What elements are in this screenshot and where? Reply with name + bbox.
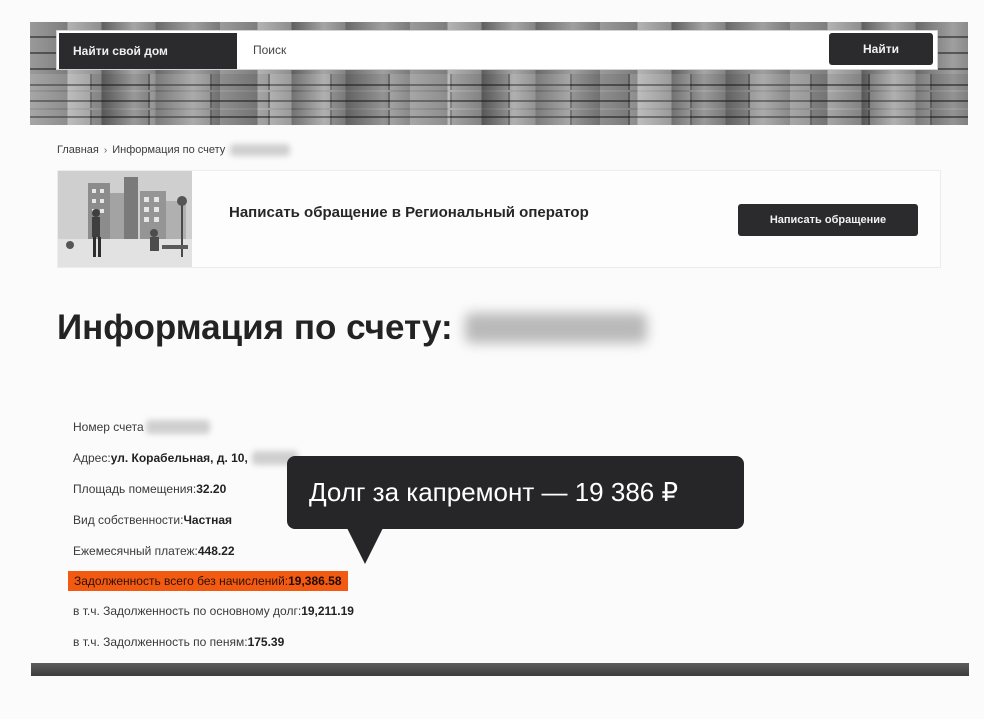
address-row: Адрес: ул. Корабельная, д. 10,	[73, 449, 298, 467]
search-button[interactable]: Найти	[829, 33, 933, 65]
address-value: ул. Корабельная, д. 10,	[110, 451, 248, 465]
write-appeal-button[interactable]: Написать обращение	[738, 204, 918, 236]
appeal-title: Написать обращение в Региональный операт…	[229, 204, 589, 221]
chevron-right-icon: ›	[103, 144, 108, 156]
footer-bar	[31, 663, 969, 676]
callout-pointer	[347, 528, 383, 564]
search-input[interactable]	[243, 35, 743, 65]
total-debt-row: Задолженность всего без начислений: 19,3…	[68, 571, 348, 591]
total-debt-label: Задолженность всего без начислений:	[74, 574, 289, 588]
monthly-payment-value: 448.22	[197, 544, 235, 558]
penalty-debt-value: 175.39	[247, 635, 285, 649]
penalty-debt-label: в т.ч. Задолженность по пеням:	[73, 635, 248, 649]
monthly-payment-row: Ежемесячный платеж: 448.22	[73, 542, 235, 560]
breadcrumb: Главная › Информация по счету	[57, 144, 291, 156]
wall-texture	[30, 110, 968, 125]
find-home-link[interactable]: Найти свой дом	[59, 33, 237, 69]
area-row: Площадь помещения: 32.20	[73, 480, 226, 498]
wall-texture	[30, 74, 968, 90]
penalty-debt-row: в т.ч. Задолженность по пеням: 175.39	[73, 633, 284, 651]
address-label: Адрес:	[73, 451, 111, 465]
main-debt-value: 19,211.19	[301, 604, 354, 618]
appeal-card: Написать обращение в Региональный операт…	[57, 170, 941, 268]
search-bar: Найти свой дом Найти	[56, 30, 938, 70]
redacted-account-number	[145, 420, 210, 434]
wall-texture	[30, 92, 968, 108]
ownership-label: Вид собственности:	[73, 513, 184, 527]
main-debt-label: в т.ч. Задолженность по основному долг:	[73, 604, 302, 618]
debt-callout-text: Долг за капремонт — 19 386 ₽	[309, 477, 679, 507]
account-number-label: Номер счета	[73, 420, 144, 434]
page-title-text: Информация по счету:	[57, 308, 453, 347]
ownership-value: Частная	[183, 513, 233, 527]
page-title: Информация по счету:	[57, 308, 647, 348]
area-value: 32.20	[196, 482, 227, 496]
redacted-account-number	[464, 313, 647, 343]
find-home-label: Найти свой дом	[73, 44, 168, 58]
account-number-row: Номер счета	[73, 418, 210, 436]
breadcrumb-home[interactable]: Главная	[57, 144, 99, 156]
total-debt-value: 19,386.58	[288, 574, 342, 588]
city-illustration-icon	[58, 171, 192, 267]
area-label: Площадь помещения:	[73, 482, 197, 496]
monthly-payment-label: Ежемесячный платеж:	[73, 544, 198, 558]
city-illustration-svg	[58, 171, 192, 267]
breadcrumb-current: Информация по счету	[112, 144, 226, 156]
redacted-account-number	[230, 144, 291, 156]
ownership-row: Вид собственности: Частная	[73, 511, 232, 529]
debt-callout: Долг за капремонт — 19 386 ₽	[287, 456, 744, 529]
header-banner: Найти свой дом Найти	[30, 22, 968, 125]
main-debt-row: в т.ч. Задолженность по основному долг: …	[73, 602, 354, 620]
